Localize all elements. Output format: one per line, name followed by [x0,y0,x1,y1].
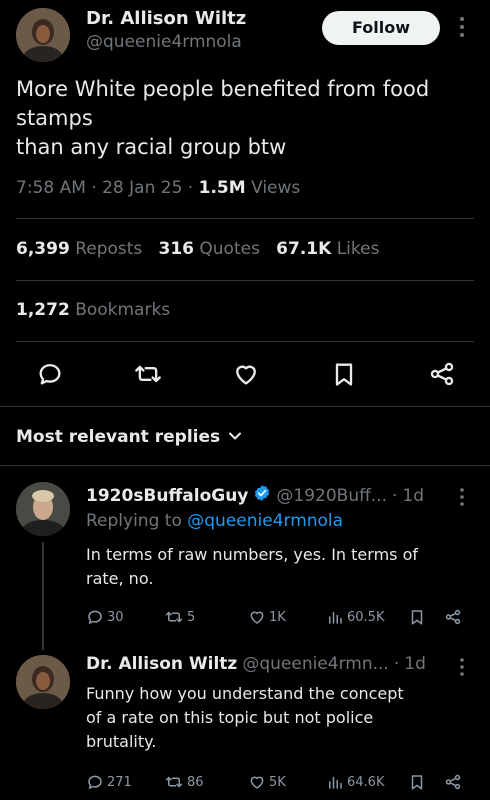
bookmarks-stat[interactable]: 1,272 Bookmarks [16,300,170,320]
reply-header: Dr. Allison Wiltz @queenie4rmn... · 1d [86,654,426,674]
like-count: 5K [269,774,286,790]
reply-author-name[interactable]: Dr. Allison Wiltz [86,654,237,674]
more-icon[interactable] [458,657,466,681]
reply-age[interactable]: 1d [402,486,424,506]
reposts-stat[interactable]: 6,399 Reposts [16,239,142,259]
tweet-text-line: than any racial group btw [16,135,287,159]
tweet-meta: 7:58 AM · 28 Jan 25 · 1.5M Views [16,178,300,198]
bookmarks-count: 1,272 [16,300,70,320]
reply-text: Funny how you understand the concept of … [86,682,476,754]
bookmark-icon[interactable] [408,773,426,795]
more-icon[interactable] [458,487,466,511]
more-icon[interactable] [458,16,466,42]
reply-icon [88,610,102,625]
like-count-button[interactable]: 1K [248,608,286,626]
quotes-stat[interactable]: 316 Quotes [159,239,260,259]
author-name[interactable]: Dr. Allison Wiltz [86,8,246,29]
reply-text-line: rate, no. [86,569,154,588]
tweet-date[interactable]: 28 Jan 25 [102,178,182,198]
views-label: Views [251,178,301,198]
repost-icon [165,611,183,623]
tweet-text-line: More White people benefited from food [16,77,430,101]
divider [16,280,474,281]
reply-header: 1920sBuffaloGuy @1920Buff... · 1d [86,484,424,507]
views-count-button[interactable]: 64.6K [326,773,384,791]
divider [16,218,474,219]
stats-row: 6,399 Reposts 316 Quotes 67.1K Likes [16,239,379,259]
repost-count: 5 [187,609,196,625]
like-icon[interactable] [232,360,260,388]
reposts-count: 6,399 [16,239,70,259]
tweet-text-line: stamps [16,106,93,130]
verified-icon [253,484,271,507]
repost-count-button[interactable]: 86 [164,773,204,791]
follow-button[interactable]: Follow [322,11,440,45]
bookmarks-label: Bookmarks [75,300,171,320]
reply-text-line: of a rate on this topic but not police [86,708,374,727]
likes-stat[interactable]: 67.1K Likes [276,239,379,259]
reply-age[interactable]: 1d [404,654,426,674]
chevron-down-icon [228,428,242,447]
quotes-count: 316 [158,239,195,259]
section-divider [0,465,490,466]
reply-avatar[interactable] [16,655,70,709]
views-count: 1.5M [198,178,246,198]
like-count-button[interactable]: 5K [248,773,286,791]
repost-icon [165,776,183,788]
views-count: 60.5K [347,609,385,625]
reply-icon[interactable] [36,360,64,388]
divider [16,341,474,342]
reply-author-name[interactable]: 1920sBuffaloGuy [86,486,248,506]
like-count: 1K [269,609,286,625]
bookmark-icon[interactable] [408,608,426,630]
separator: · [91,178,97,198]
replies-sort-dropdown[interactable]: Most relevant replies [16,427,242,447]
likes-label: Likes [336,239,380,259]
replying-to: Replying to @queenie4rmnola [86,511,343,531]
reply-text: In terms of raw numbers, yes. In terms o… [86,543,476,591]
replies-header: Most relevant replies [16,427,221,447]
bookmark-icon[interactable] [330,360,358,388]
reply-count-button[interactable]: 30 [86,608,124,626]
thread-line [42,542,44,650]
author-handle[interactable]: @queenie4rmnola [86,32,242,52]
reply-author-handle[interactable]: @queenie4rmn... [242,654,389,674]
reply-icon [88,775,102,790]
reply-count-button[interactable]: 271 [86,773,132,791]
replying-to-label: Replying to [86,511,182,531]
author-avatar[interactable] [16,8,70,62]
replying-to-handle[interactable]: @queenie4rmnola [187,511,343,531]
separator: · [392,485,398,506]
separator: · [393,654,400,674]
repost-count-button[interactable]: 5 [164,608,195,626]
likes-count: 67.1K [276,239,332,259]
views-icon [329,611,342,624]
share-icon[interactable] [428,360,456,388]
reply-author-handle[interactable]: @1920Buff... [276,486,387,506]
reply-count: 271 [107,774,132,790]
reply-avatar[interactable] [16,482,70,536]
quotes-label: Quotes [199,239,260,259]
repost-count: 86 [187,774,204,790]
tweet-text: More White people benefited from food st… [16,75,429,162]
like-icon [250,776,264,789]
like-icon [250,611,264,624]
views-count: 64.6K [347,774,385,790]
views-count-button[interactable]: 60.5K [326,608,384,626]
section-divider [0,406,490,407]
reply-text-line: brutality. [86,732,157,751]
reply-count: 30 [107,609,124,625]
views-icon [329,776,342,789]
separator: · [187,178,194,198]
reply-text-line: Funny how you understand the concept [86,684,404,703]
share-icon[interactable] [444,773,462,795]
tweet-time[interactable]: 7:58 AM [16,178,86,198]
repost-icon[interactable] [134,360,162,388]
share-icon[interactable] [444,608,462,630]
reply-text-line: In terms of raw numbers, yes. In terms o… [86,545,418,564]
reposts-label: Reposts [75,239,143,259]
